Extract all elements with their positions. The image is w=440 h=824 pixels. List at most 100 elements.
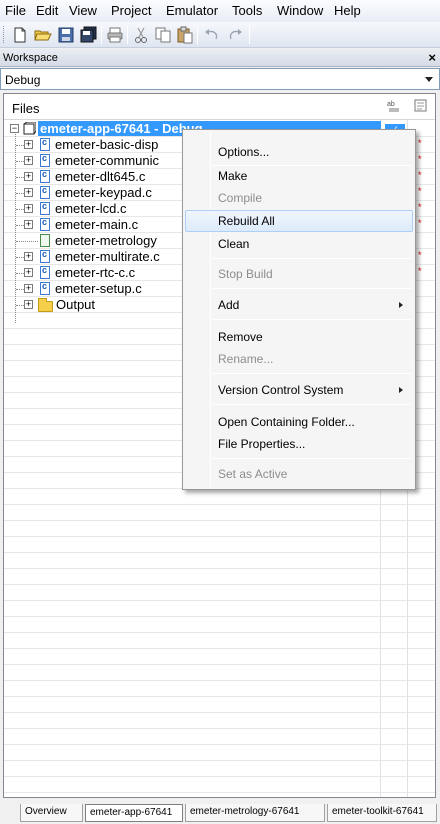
tab-emeter-app[interactable]: emeter-app-67641 [85, 804, 183, 822]
tree-connector [16, 273, 24, 274]
menu-item-make[interactable]: Make [185, 165, 413, 187]
chevron-down-icon[interactable] [425, 77, 433, 82]
menu-file[interactable]: File [5, 4, 26, 18]
menu-item-label: Clean [218, 237, 250, 251]
column-options-icon[interactable] [413, 98, 429, 114]
file-label[interactable]: emeter-lcd.c [55, 201, 127, 216]
expand-icon[interactable]: + [24, 140, 33, 149]
toolbar-grip[interactable] [3, 26, 6, 43]
file-label[interactable]: emeter-metrology [55, 233, 157, 248]
menu-item-label: Rename... [218, 352, 274, 366]
modified-mark: * [418, 154, 422, 164]
modified-mark: * [418, 186, 422, 196]
open-folder-icon[interactable] [34, 26, 52, 44]
menu-item-clean[interactable]: Clean [185, 233, 413, 255]
expand-icon[interactable]: + [24, 188, 33, 197]
redo-icon[interactable] [226, 26, 244, 44]
tree-connector [16, 289, 24, 290]
file-label[interactable]: emeter-dlt645.c [55, 169, 145, 184]
menu-item-label: Compile [218, 191, 263, 205]
expand-icon[interactable]: + [24, 156, 33, 165]
menu-help[interactable]: Help [334, 4, 361, 18]
menu-item-rebuild-all[interactable]: Rebuild All [185, 210, 413, 232]
folder-icon [38, 298, 53, 312]
menu-item-file-properties[interactable]: File Properties... [185, 433, 413, 455]
save-all-icon[interactable] [80, 26, 98, 44]
toolbar-separator [101, 26, 102, 44]
c-file-icon [40, 249, 50, 263]
menu-separator [213, 458, 411, 459]
file-label[interactable]: emeter-basic-disp [55, 137, 158, 152]
toolbar-separator [127, 26, 128, 44]
c-file-icon [40, 217, 50, 231]
file-label[interactable]: emeter-communic [55, 153, 159, 168]
tree-connector [16, 257, 24, 258]
menu-item-open-containing-folder[interactable]: Open Containing Folder... [185, 411, 413, 433]
menu-item-label: Make [218, 169, 248, 183]
sort-icon[interactable]: ab [386, 98, 402, 114]
menu-item-options[interactable]: Options... [185, 141, 413, 163]
menu-item-set-as-active[interactable]: Set as Active [185, 463, 413, 485]
context-menu: Options... Make Compile Rebuild All Clea… [182, 129, 416, 490]
modified-mark: * [418, 170, 422, 180]
menu-item-stop-build[interactable]: Stop Build [185, 263, 413, 285]
save-icon[interactable] [57, 26, 75, 44]
toolbar [0, 22, 440, 48]
menu-item-label: Rebuild All [218, 214, 275, 228]
expand-icon[interactable]: + [24, 204, 33, 213]
file-label[interactable]: emeter-keypad.c [55, 185, 152, 200]
file-label[interactable]: emeter-rtc-c.c [55, 265, 135, 280]
submenu-arrow-icon [399, 302, 403, 308]
files-header-label: Files [12, 101, 40, 116]
file-label[interactable]: emeter-main.c [55, 217, 138, 232]
svg-text:ab: ab [387, 101, 395, 108]
menu-emulator[interactable]: Emulator [166, 4, 218, 18]
menu-separator [213, 258, 411, 259]
menu-item-remove[interactable]: Remove [185, 326, 413, 348]
files-header: Files ab [4, 94, 435, 120]
expand-icon[interactable]: + [24, 252, 33, 261]
folder-label[interactable]: Output [56, 297, 95, 312]
menu-tools[interactable]: Tools [232, 4, 262, 18]
expand-icon[interactable]: + [24, 300, 33, 309]
menu-item-label: Add [218, 298, 240, 312]
menu-item-label: Options... [218, 145, 270, 159]
cut-icon[interactable] [132, 26, 150, 44]
tab-emeter-toolkit[interactable]: emeter-toolkit-67641 [327, 804, 437, 822]
menu-item-rename[interactable]: Rename... [185, 348, 413, 370]
project-icon [23, 121, 37, 135]
configuration-dropdown[interactable]: Debug [0, 68, 440, 90]
menu-item-compile[interactable]: Compile [185, 187, 413, 209]
tab-overview[interactable]: Overview [20, 804, 83, 822]
expand-icon[interactable]: + [24, 220, 33, 229]
tree-connector [16, 161, 24, 162]
paste-icon[interactable] [176, 26, 194, 44]
menu-separator [213, 404, 411, 405]
menu-window[interactable]: Window [277, 4, 323, 18]
tab-emeter-metrology[interactable]: emeter-metrology-67641 [185, 804, 325, 822]
menu-separator [213, 288, 411, 289]
new-file-icon[interactable] [11, 26, 29, 44]
menu-edit[interactable]: Edit [36, 4, 58, 18]
expand-icon[interactable]: + [24, 172, 33, 181]
copy-icon[interactable] [154, 26, 172, 44]
menu-project[interactable]: Project [111, 4, 151, 18]
c-file-icon [40, 265, 50, 279]
print-icon[interactable] [106, 26, 124, 44]
file-label[interactable]: emeter-multirate.c [55, 249, 160, 264]
menu-item-add[interactable]: Add [185, 294, 413, 316]
menu-view[interactable]: View [69, 4, 97, 18]
configuration-value: Debug [5, 73, 41, 87]
tree-connector [16, 305, 24, 306]
tree-connector [16, 209, 24, 210]
collapse-icon[interactable]: − [10, 124, 19, 133]
menu-item-version-control[interactable]: Version Control System [185, 379, 413, 401]
close-icon[interactable]: × [428, 50, 436, 65]
expand-icon[interactable]: + [24, 284, 33, 293]
c-file-icon [40, 169, 50, 183]
expand-icon[interactable]: + [24, 268, 33, 277]
menu-separator [213, 319, 411, 320]
c-file-icon [40, 185, 50, 199]
undo-icon[interactable] [203, 26, 221, 44]
file-label[interactable]: emeter-setup.c [55, 281, 142, 296]
